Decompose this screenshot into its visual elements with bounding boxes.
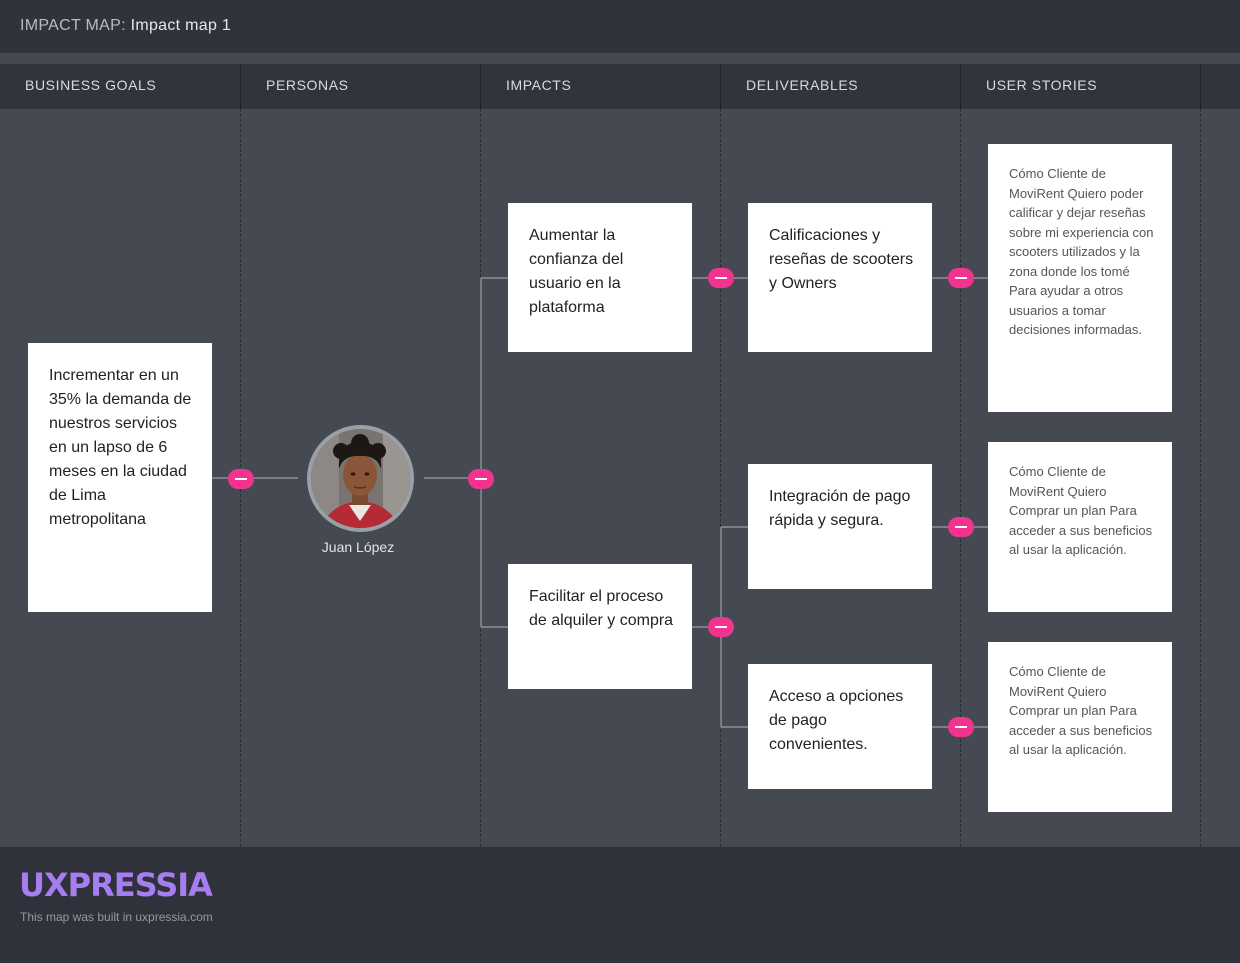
map-title-name[interactable]: Impact map 1 <box>131 17 232 34</box>
separator-bar <box>0 53 1240 64</box>
map-title: IMPACT MAP: Impact map 1 <box>20 17 231 35</box>
collapse-minus-icon[interactable] <box>948 268 974 288</box>
map-canvas: Incrementar en un 35% la demanda de nues… <box>0 109 1240 847</box>
impact-text: Facilitar el proceso de alquiler y compr… <box>529 588 674 629</box>
column-header-impacts[interactable]: IMPACTS <box>481 64 721 109</box>
deliverable-card[interactable]: Acceso a opciones de pago convenientes. <box>748 664 932 789</box>
column-headers: BUSINESS GOALS PERSONAS IMPACTS DELIVERA… <box>0 64 1240 109</box>
user-story-text: Cómo Cliente de MoviRent Quiero Comprar … <box>1009 664 1153 757</box>
user-story-text: Cómo Cliente de MoviRent Quiero poder ca… <box>1009 166 1154 337</box>
persona-name: Juan López <box>321 539 395 555</box>
column-header-label: DELIVERABLES <box>746 77 859 93</box>
collapse-minus-icon[interactable] <box>948 517 974 537</box>
collapse-minus-icon[interactable] <box>708 268 734 288</box>
footer: UXPRESSIA This map was built in uxpressi… <box>0 847 1240 963</box>
column-header-label: PERSONAS <box>266 77 349 93</box>
collapse-minus-icon[interactable] <box>468 469 494 489</box>
user-story-card[interactable]: Cómo Cliente de MoviRent Quiero Comprar … <box>988 642 1172 812</box>
collapse-minus-icon[interactable] <box>228 469 254 489</box>
column-header-business-goals[interactable]: BUSINESS GOALS <box>0 64 241 109</box>
column-header-personas[interactable]: PERSONAS <box>241 64 481 109</box>
impact-text: Aumentar la confianza del usuario en la … <box>529 227 624 316</box>
user-story-card[interactable]: Cómo Cliente de MoviRent Quiero poder ca… <box>988 144 1172 412</box>
uxpressia-logo[interactable]: UXPRESSIA <box>19 866 213 904</box>
business-goal-card[interactable]: Incrementar en un 35% la demanda de nues… <box>28 343 212 612</box>
map-title-prefix: IMPACT MAP: <box>20 17 126 34</box>
column-header-label: USER STORIES <box>986 77 1098 93</box>
collapse-minus-icon[interactable] <box>708 617 734 637</box>
deliverable-card[interactable]: Integración de pago rápida y segura. <box>748 464 932 589</box>
business-goal-text: Incrementar en un 35% la demanda de nues… <box>49 367 192 528</box>
column-header-label: IMPACTS <box>506 77 572 93</box>
built-with-note[interactable]: This map was built in uxpressia.com <box>20 910 213 924</box>
impact-card[interactable]: Facilitar el proceso de alquiler y compr… <box>508 564 692 689</box>
user-story-card[interactable]: Cómo Cliente de MoviRent Quiero Comprar … <box>988 442 1172 612</box>
deliverable-card[interactable]: Calificaciones y reseñas de scooters y O… <box>748 203 932 352</box>
persona-photo <box>311 429 410 528</box>
deliverable-text: Acceso a opciones de pago convenientes. <box>769 688 904 753</box>
collapse-minus-icon[interactable] <box>948 717 974 737</box>
column-header-deliverables[interactable]: DELIVERABLES <box>721 64 961 109</box>
impact-card[interactable]: Aumentar la confianza del usuario en la … <box>508 203 692 352</box>
user-story-text: Cómo Cliente de MoviRent Quiero Comprar … <box>1009 464 1153 557</box>
column-header-user-stories[interactable]: USER STORIES <box>961 64 1201 109</box>
persona-avatar[interactable] <box>307 425 414 532</box>
deliverable-text: Integración de pago rápida y segura. <box>769 488 911 529</box>
column-header-label: BUSINESS GOALS <box>25 77 157 93</box>
title-bar: IMPACT MAP: Impact map 1 <box>0 0 1240 53</box>
deliverable-text: Calificaciones y reseñas de scooters y O… <box>769 227 914 292</box>
